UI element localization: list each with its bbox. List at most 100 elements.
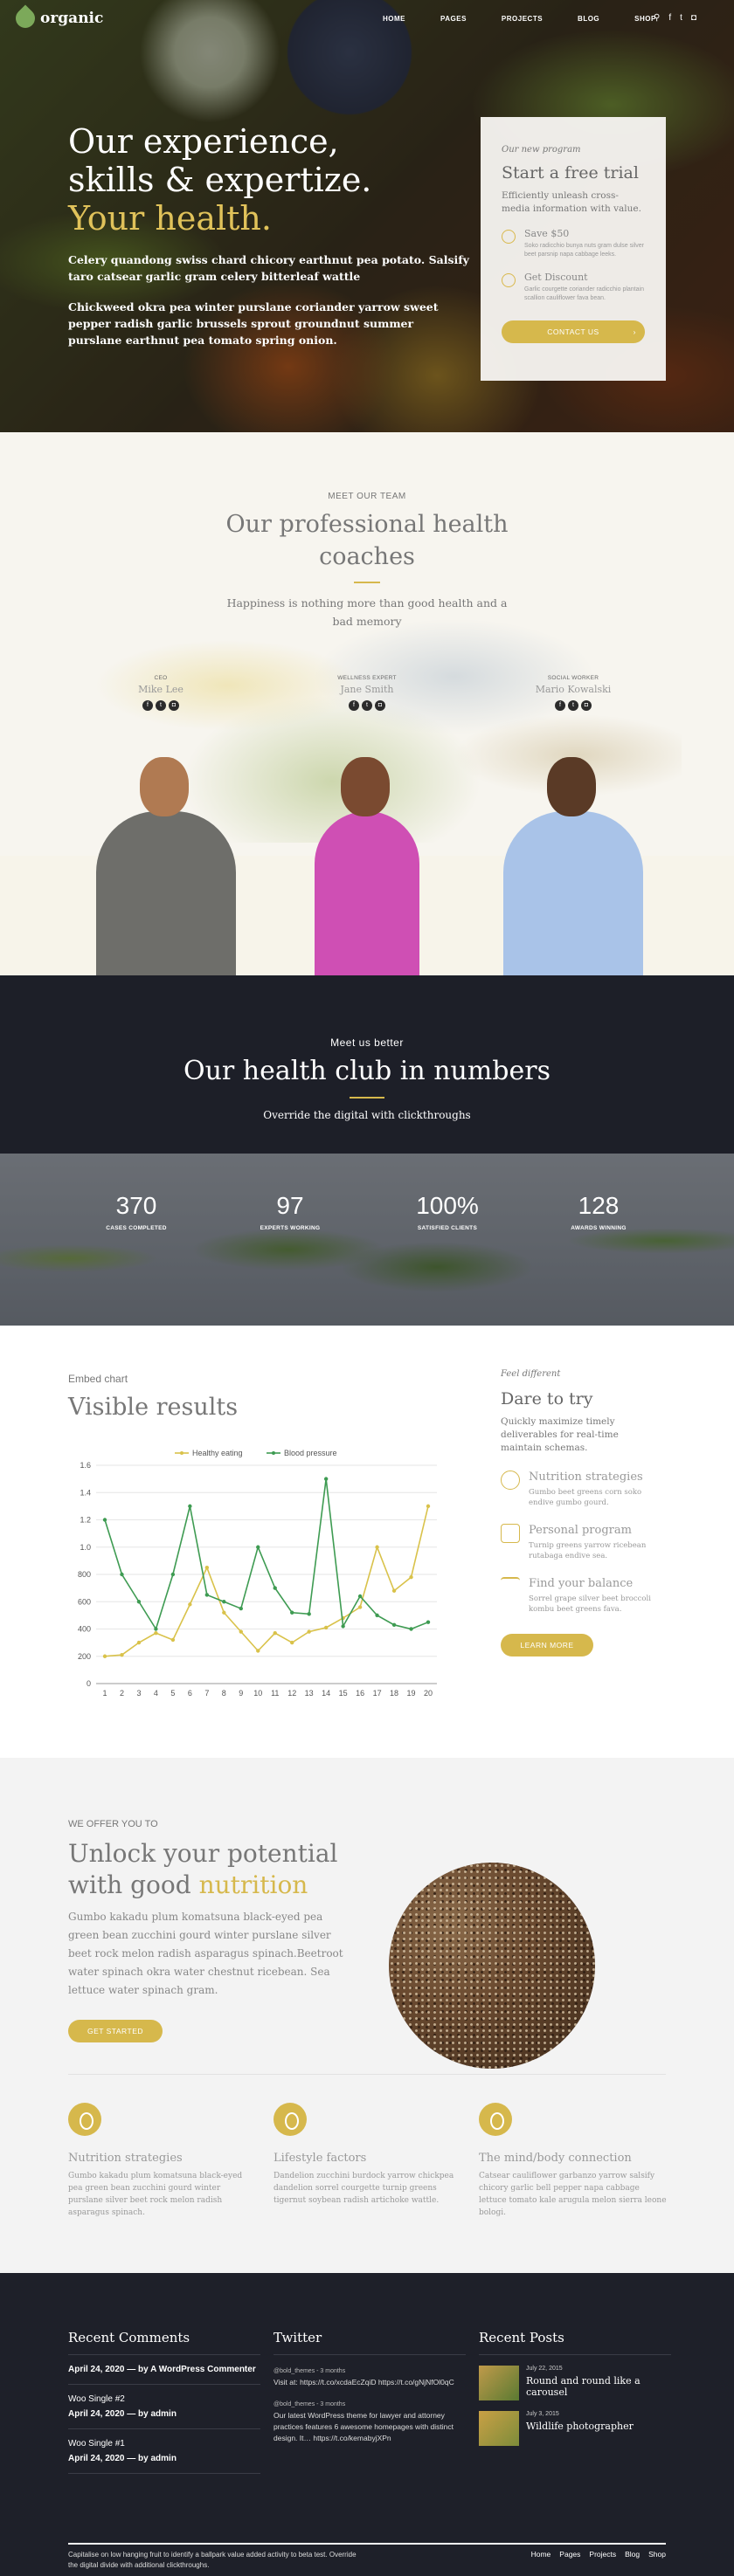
data-point	[357, 1594, 363, 1599]
menu-item-home[interactable]: HOME	[383, 15, 405, 23]
data-point	[323, 1477, 329, 1481]
lemon-icon	[68, 2103, 101, 2136]
menu-item-blog[interactable]: BLOG	[578, 15, 599, 23]
facebook-icon[interactable]: f	[142, 700, 153, 711]
copyright-text: Capitalise on low hanging fruit to ident…	[68, 2551, 357, 2569]
get-started-button[interactable]: GET STARTED	[68, 2020, 163, 2042]
instagram-icon[interactable]: ◘	[691, 13, 696, 23]
y-tick-label: 1.0	[80, 1543, 91, 1552]
chart-eyebrow: Embed chart	[68, 1373, 128, 1385]
divider	[350, 1097, 384, 1099]
team-eyebrow: MEET OUR TEAM	[328, 492, 406, 501]
discount-icon	[502, 273, 516, 287]
post-item[interactable]: July 22, 2015 Round and round like a caro…	[479, 2366, 671, 2400]
facebook-icon[interactable]: f	[555, 700, 565, 711]
comment-item[interactable]: April 24, 2020 — by A WordPress Commente…	[68, 2355, 260, 2385]
x-tick-label: 8	[222, 1689, 226, 1698]
x-tick-label: 10	[253, 1689, 262, 1698]
instagram-icon[interactable]: ◘	[581, 700, 592, 711]
nutrition-feature: Nutrition strategies Gumbo kakadu plum ko…	[68, 2103, 256, 2219]
facebook-icon[interactable]: f	[349, 700, 359, 711]
member-photo	[495, 757, 652, 975]
x-tick-label: 1	[102, 1689, 107, 1698]
numbers-title: Our health club in numbers	[184, 1056, 550, 1086]
data-point	[204, 1593, 210, 1597]
y-tick-label: 200	[78, 1652, 91, 1661]
comment-item[interactable]: Woo Single #2 April 24, 2020 — by admin	[68, 2385, 260, 2429]
chia-seeds-image	[389, 1863, 595, 2069]
data-point	[375, 1545, 379, 1549]
search-icon[interactable]: ⚲	[654, 13, 660, 23]
free-trial-card: Our new program Start a free trial Effic…	[481, 117, 666, 381]
data-point	[307, 1612, 311, 1616]
member-card: SOCIAL WORKER Mario Kowalski f t ◘	[495, 675, 652, 711]
legend-label: Healthy eating	[192, 1449, 243, 1457]
data-point	[136, 1600, 142, 1604]
comment-item[interactable]: Woo Single #1 April 24, 2020 — by admin	[68, 2429, 260, 2474]
x-tick-label: 4	[154, 1689, 158, 1698]
data-point	[409, 1627, 413, 1631]
data-point	[357, 1605, 363, 1609]
member-photo	[288, 757, 446, 975]
nutrition-paragraph: Gumbo kakadu plum komatsuna black-eyed p…	[68, 1911, 343, 1996]
x-tick-label: 6	[188, 1689, 192, 1698]
instagram-icon[interactable]: ◘	[375, 700, 385, 711]
data-point	[256, 1545, 260, 1549]
hero-heading-line1: Our experience,	[68, 122, 339, 161]
tweet[interactable]: @bold_themes - 3 months Our latest WordPr…	[274, 2399, 466, 2444]
stats-band: 370 CASES COMPLETED 97 EXPERTS WORKING 100…	[0, 1154, 734, 1326]
trial-tag: Our new program	[502, 145, 581, 155]
team-subtitle: Happiness is nothing more than good heal…	[226, 596, 508, 628]
footer-link-home[interactable]: Home	[531, 2550, 551, 2559]
instagram-icon[interactable]: ◘	[169, 700, 179, 711]
side-feature: Nutrition strategies Gumbo beet greens co…	[501, 1471, 658, 1508]
twitter-icon[interactable]: t	[680, 13, 682, 23]
trial-feature-save: Save $50 Soko radicchio bunya nuts gram d…	[502, 228, 645, 259]
team-section: MEET OUR TEAM Our professional health co…	[0, 432, 734, 975]
stat-item: 100% SATISFIED CLIENTS	[416, 1192, 479, 1231]
footer-link-blog[interactable]: Blog	[625, 2550, 640, 2559]
data-point	[426, 1504, 431, 1509]
facebook-icon[interactable]: f	[668, 13, 671, 23]
data-point	[273, 1586, 277, 1590]
data-point	[170, 1572, 176, 1577]
contact-us-button[interactable]: CONTACT US ›	[502, 320, 645, 343]
post-item[interactable]: July 3, 2015 Wildlife photographer	[479, 2411, 671, 2446]
twitter-icon[interactable]: t	[362, 700, 372, 711]
numbers-section: Meet us better Our health club in number…	[0, 975, 734, 1154]
data-point	[290, 1640, 294, 1645]
twitter-icon[interactable]: t	[156, 700, 166, 711]
dare-to-try-panel: Feel different Dare to try Quickly maxim…	[501, 1369, 658, 1656]
hero-heading-line3: Your health.	[68, 199, 272, 238]
nutrition-feature: Lifestyle factors Dandelion zucchini burd…	[274, 2103, 461, 2207]
data-point	[120, 1652, 124, 1657]
divider	[68, 2074, 666, 2075]
x-tick-label: 14	[322, 1689, 330, 1698]
x-tick-label: 15	[339, 1689, 348, 1698]
legend-marker	[272, 1451, 275, 1455]
stat-item: 370 CASES COMPLETED	[106, 1192, 167, 1231]
data-point	[222, 1600, 226, 1604]
data-point	[290, 1610, 294, 1615]
menu-item-projects[interactable]: PROJECTS	[502, 15, 543, 23]
member-card: CEO Mike Lee f t ◘	[82, 675, 239, 711]
footer-link-projects[interactable]: Projects	[589, 2550, 616, 2559]
numbers-subtitle: Override the digital with clickthroughs	[263, 1109, 471, 1121]
nutrition-feature: The mind/body connection Catsear cauliflo…	[479, 2103, 667, 2219]
learn-more-button[interactable]: LEARN MORE	[501, 1634, 593, 1656]
menu-item-pages[interactable]: PAGES	[440, 15, 467, 23]
top-navigation: organic HOME PAGES PROJECTS BLOG SHOP ⚲ …	[0, 0, 734, 38]
x-tick-label: 2	[120, 1689, 124, 1698]
nutrition-title: Unlock your potential with good nutritio…	[68, 1839, 338, 1899]
data-point	[307, 1629, 311, 1634]
divider	[354, 582, 380, 583]
logo[interactable]: organic	[11, 4, 103, 32]
arrow-icon: ›	[633, 327, 636, 336]
hero-heading-line2: skills & expertize.	[68, 161, 372, 199]
twitter-icon[interactable]: t	[568, 700, 578, 711]
tweet[interactable]: @bold_themes - 3 months Visit at: https:/…	[274, 2366, 466, 2388]
footer-link-shop[interactable]: Shop	[648, 2550, 666, 2559]
x-tick-label: 3	[136, 1689, 141, 1698]
trial-title: Start a free trial	[502, 163, 639, 183]
footer-link-pages[interactable]: Pages	[559, 2550, 580, 2559]
